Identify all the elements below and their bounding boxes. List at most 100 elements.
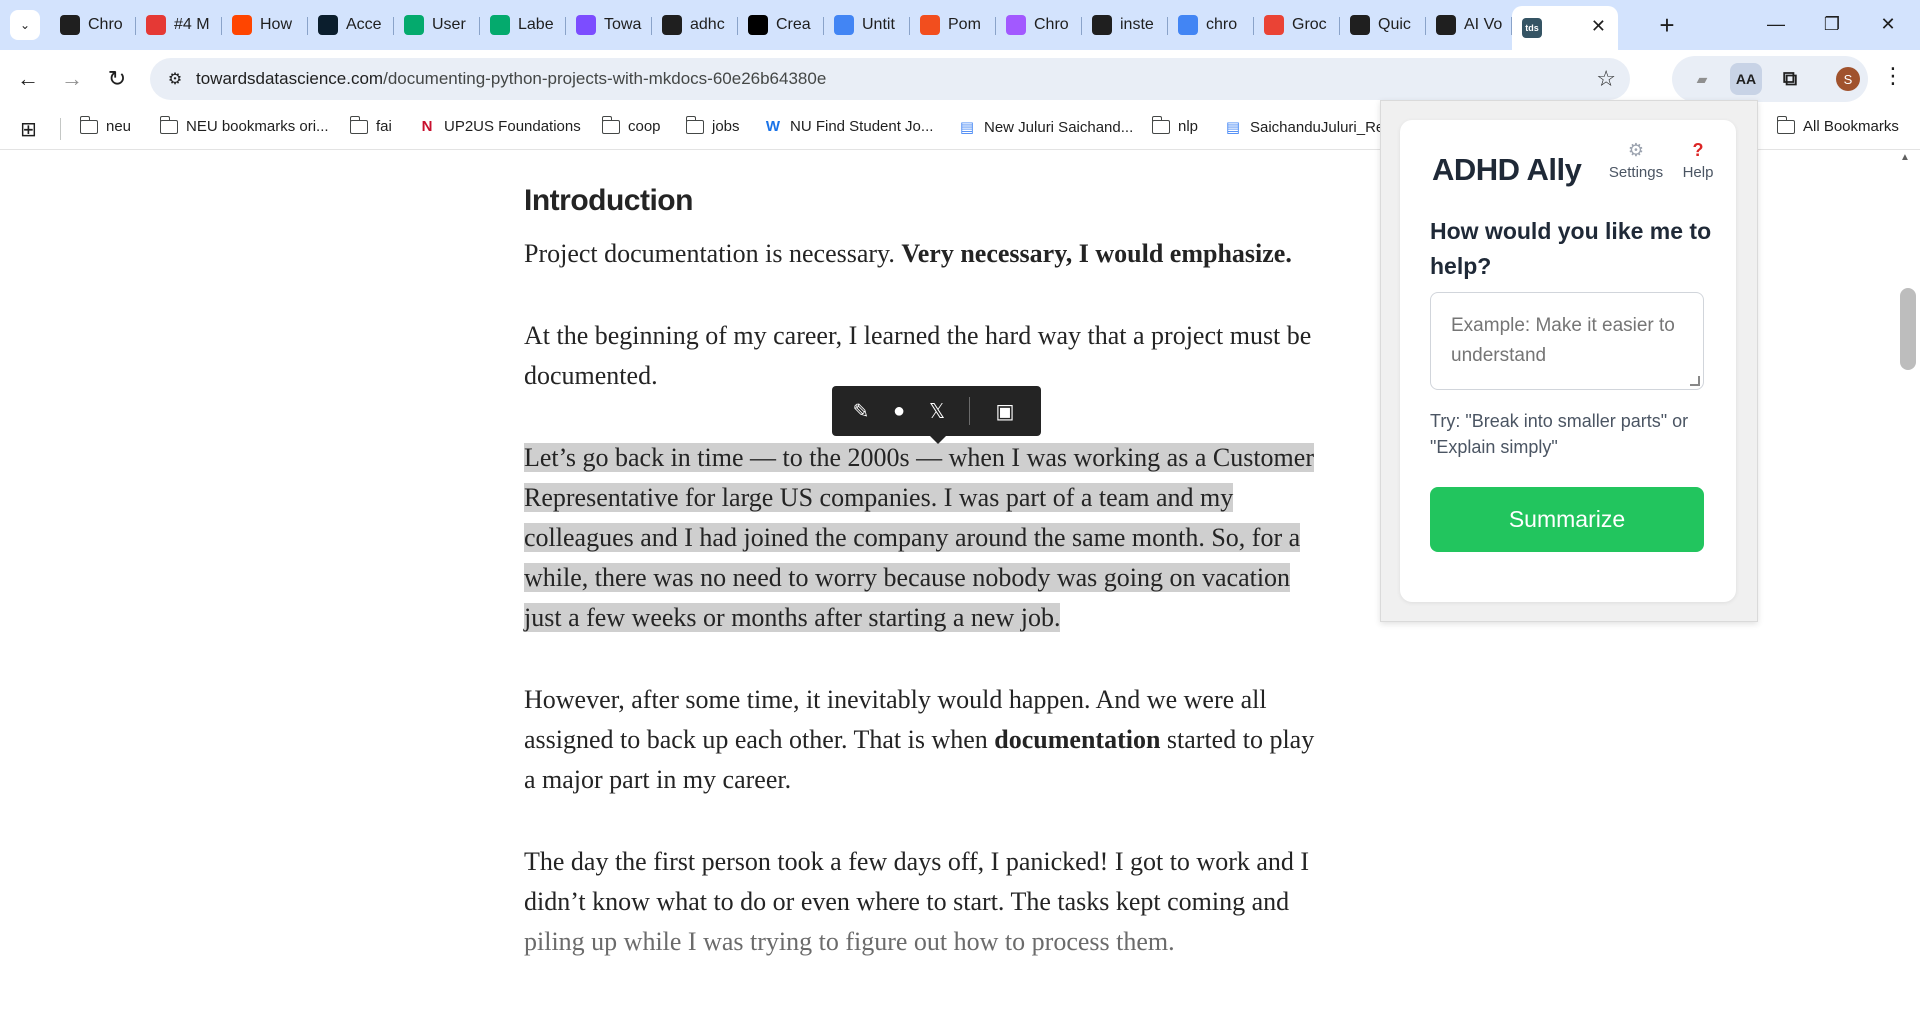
resize-grip-icon[interactable] <box>1690 376 1700 386</box>
figma-icon <box>920 15 940 35</box>
folder-icon <box>79 115 98 134</box>
folder-icon <box>1151 115 1170 134</box>
tab-11[interactable]: Chro <box>996 6 1082 44</box>
bookmark-0[interactable]: neu <box>79 115 131 135</box>
puzzle-icon[interactable]: ⧉ <box>1774 63 1806 95</box>
workday-icon: W <box>765 118 781 135</box>
toolbar-divider <box>969 397 970 425</box>
paragraph-5: The day the first person took a few days… <box>524 847 1310 956</box>
tab-10[interactable]: Pom <box>910 6 996 44</box>
tab-8[interactable]: Crea <box>738 6 824 44</box>
bookmarks-separator <box>60 118 61 140</box>
back-button[interactable]: ← <box>12 63 44 95</box>
tab-13[interactable]: chro <box>1168 6 1254 44</box>
bookmark-2[interactable]: fai <box>349 115 392 135</box>
respond-bubble-icon[interactable]: ● <box>886 398 912 424</box>
tab-label: Towa <box>604 16 642 33</box>
docs-icon <box>834 15 854 35</box>
extension-adhd-ally-icon[interactable]: AA <box>1730 63 1762 95</box>
tab-1[interactable]: #4 M <box>136 6 222 44</box>
settings-button[interactable]: ⚙ Settings <box>1606 140 1666 181</box>
bookmark-9[interactable]: ▤ SaichanduJuluri_Res <box>1224 118 1392 137</box>
popup-question: How would you like me to help? <box>1430 218 1712 279</box>
tab-label: inste <box>1120 16 1154 33</box>
tab-label: chro <box>1206 16 1238 33</box>
address-bar[interactable]: ⚙ towardsdatascience.com/documenting-pyt… <box>150 58 1630 100</box>
tab-14[interactable]: Groc <box>1254 6 1340 44</box>
tab-5[interactable]: Labe <box>480 6 566 44</box>
bookmark-5[interactable]: jobs <box>685 115 740 135</box>
tab-label: #4 M <box>174 16 210 33</box>
popup-title: ADHD Ally <box>1432 152 1582 187</box>
new-tab-button[interactable]: + <box>1652 10 1682 40</box>
menu-kebab-icon[interactable]: ⋮ <box>1882 63 1904 89</box>
help-request-input[interactable] <box>1430 292 1704 390</box>
share-x-icon[interactable]: 𝕏 <box>924 398 950 424</box>
bookmark-4[interactable]: coop <box>601 115 661 135</box>
document-icon: ▤ <box>959 119 975 136</box>
tab-label: AI Vo <box>1464 16 1503 33</box>
profile-avatar[interactable]: S <box>1836 67 1860 91</box>
tab-3[interactable]: Acce <box>308 6 394 44</box>
tab-4[interactable]: User <box>394 6 480 44</box>
tab-16[interactable]: AI Vo <box>1426 6 1512 44</box>
tab-7[interactable]: adhc <box>652 6 738 44</box>
tab-search-button[interactable]: ⌄ <box>10 10 40 40</box>
minimize-button[interactable]: — <box>1748 8 1804 40</box>
help-button[interactable]: ? Help <box>1668 140 1728 181</box>
tab-label: Groc <box>1292 16 1327 33</box>
scrollbar-thumb[interactable] <box>1900 288 1916 370</box>
tab-label: Untit <box>862 16 895 33</box>
bookmark-star-icon[interactable]: ☆ <box>1596 66 1616 92</box>
paragraph-1: Project documentation is necessary. Very… <box>524 239 1292 268</box>
selection-toolbar: ✎ ● 𝕏 ▣ <box>832 386 1041 444</box>
folder-icon <box>159 115 178 134</box>
tds-icon: tds <box>1522 18 1542 38</box>
tab-active[interactable]: tds ✕ <box>1512 6 1618 50</box>
paragraph-3-selected[interactable]: Let’s go back in time — to the 2000s — w… <box>524 438 1364 638</box>
tab-label: How <box>260 16 293 33</box>
medium-icon <box>748 15 768 35</box>
github-icon <box>662 15 682 35</box>
bookmark-6[interactable]: W NU Find Student Jo... <box>764 118 934 135</box>
tab-6[interactable]: Towa <box>566 6 652 44</box>
bookmark-1[interactable]: NEU bookmarks ori... <box>159 115 329 135</box>
w3schools-icon <box>490 15 510 35</box>
scroll-up-arrow-icon[interactable]: ▲ <box>1900 152 1910 163</box>
popup-hint: Try: "Break into smaller parts" or "Expl… <box>1430 411 1689 457</box>
tab-label: Labe <box>518 16 554 33</box>
close-tab-icon[interactable]: ✕ <box>1591 16 1606 37</box>
all-bookmarks[interactable]: All Bookmarks <box>1776 115 1899 135</box>
tab-0[interactable]: Chro <box>50 6 136 44</box>
pause-icon <box>1350 15 1370 35</box>
section-heading: Introduction <box>524 184 693 217</box>
scrollbar-track[interactable] <box>1898 150 1920 1020</box>
tab-label: Crea <box>776 16 811 33</box>
url-text[interactable]: towardsdatascience.com/documenting-pytho… <box>196 69 826 89</box>
dots-icon <box>146 15 166 35</box>
tab-12[interactable]: inste <box>1082 6 1168 44</box>
twitch-icon <box>576 15 596 35</box>
tab-15[interactable]: Quic <box>1340 6 1426 44</box>
close-window-button[interactable]: ✕ <box>1860 8 1916 40</box>
forward-button[interactable]: → <box>56 63 88 95</box>
google-icon <box>1178 15 1198 35</box>
apps-grid-icon[interactable]: ⊞ <box>20 117 37 142</box>
w3schools-icon <box>404 15 424 35</box>
bookmark-8[interactable]: nlp <box>1151 115 1198 135</box>
bookmark-7[interactable]: ▤ New Juluri Saichand... <box>958 118 1133 137</box>
restore-button[interactable]: ❐ <box>1804 8 1860 40</box>
bookmark-3[interactable]: N UP2US Foundations <box>418 118 581 135</box>
summarize-button[interactable]: Summarize <box>1430 487 1704 552</box>
tab-9[interactable]: Untit <box>824 6 910 44</box>
arrow-right-icon: → <box>61 66 83 91</box>
reload-button[interactable]: ↻ <box>101 63 133 95</box>
tab-label: Chro <box>1034 16 1069 33</box>
site-info-icon[interactable]: ⚙ <box>164 68 186 90</box>
highlight-pen-icon[interactable]: ✎ <box>848 398 874 424</box>
extension-pen-icon[interactable]: ▰ <box>1686 63 1718 95</box>
tab-2[interactable]: How <box>222 6 308 44</box>
private-note-icon[interactable]: ▣ <box>992 398 1018 424</box>
badge-9-icon <box>1264 15 1284 35</box>
arrow-left-icon: ← <box>17 66 39 91</box>
